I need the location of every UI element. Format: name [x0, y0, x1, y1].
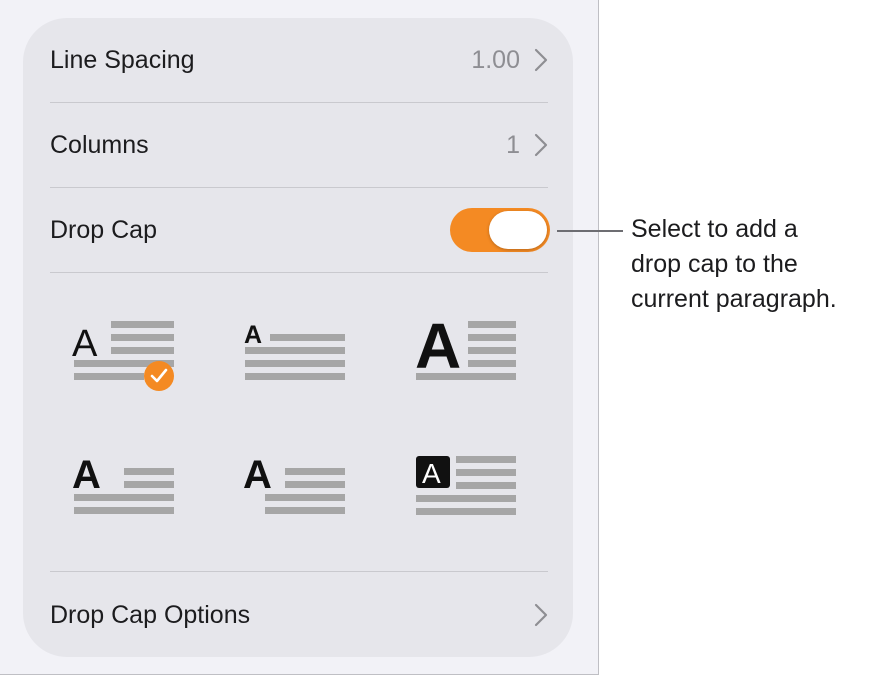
callout-line-2: drop cap to the — [631, 250, 798, 278]
line-spacing-label: Line Spacing — [50, 45, 195, 74]
drop-cap-style-icon: A — [243, 453, 345, 514]
columns-value-group: 1 — [506, 131, 548, 160]
drop-cap-glyph: A — [72, 453, 101, 497]
drop-cap-style-icon: A — [244, 321, 345, 380]
columns-row[interactable]: Columns 1 — [50, 103, 548, 187]
drop-cap-glyph: A — [422, 458, 441, 489]
callout-leader-line — [557, 230, 623, 232]
chevron-right-icon — [534, 603, 548, 627]
drop-cap-style-bold-a-two-lines[interactable]: A — [69, 448, 179, 528]
drop-cap-toggle[interactable] — [450, 208, 550, 252]
drop-cap-label: Drop Cap — [50, 215, 157, 244]
drop-cap-style-icon: A — [416, 456, 516, 515]
callout-line-1: Select to add a — [631, 215, 798, 243]
drop-cap-options-chevron-group — [534, 603, 548, 627]
drop-cap-style-icon: A — [415, 313, 516, 382]
chevron-right-icon — [534, 133, 548, 157]
drop-cap-glyph: A — [415, 313, 461, 382]
format-panel: Line Spacing 1.00 Columns 1 Drop Cap A A… — [0, 0, 599, 675]
line-spacing-row[interactable]: Line Spacing 1.00 — [50, 18, 548, 102]
drop-cap-style-icon: A — [72, 453, 174, 514]
columns-label: Columns — [50, 130, 149, 159]
separator — [50, 571, 548, 572]
drop-cap-style-small-bold-a-one-line[interactable]: A — [240, 313, 350, 393]
drop-cap-style-large-bold-a-four-lines[interactable]: A — [411, 313, 521, 393]
drop-cap-glyph: A — [244, 321, 262, 349]
selected-checkmark-badge — [144, 361, 174, 391]
separator — [50, 272, 548, 273]
drop-cap-style-regular-a-three-lines[interactable]: A — [69, 313, 179, 393]
callout-annotation: Select to add a drop cap to the current … — [631, 212, 881, 317]
paragraph-settings-card: Line Spacing 1.00 Columns 1 Drop Cap A A… — [23, 18, 573, 657]
drop-cap-style-icon: A — [72, 321, 174, 391]
toggle-knob — [489, 211, 547, 249]
columns-value: 1 — [506, 130, 520, 159]
line-spacing-value-group: 1.00 — [471, 46, 548, 75]
drop-cap-style-boxed-a[interactable]: A — [411, 448, 521, 528]
line-spacing-value: 1.00 — [471, 45, 520, 74]
drop-cap-glyph: A — [72, 323, 98, 365]
drop-cap-glyph: A — [243, 453, 272, 497]
drop-cap-options-label: Drop Cap Options — [50, 600, 251, 629]
callout-line-3: current paragraph. — [631, 285, 837, 313]
chevron-right-icon — [534, 48, 548, 72]
drop-cap-options-row[interactable]: Drop Cap Options — [50, 573, 548, 657]
drop-cap-style-bold-a-raised[interactable]: A — [240, 448, 350, 528]
